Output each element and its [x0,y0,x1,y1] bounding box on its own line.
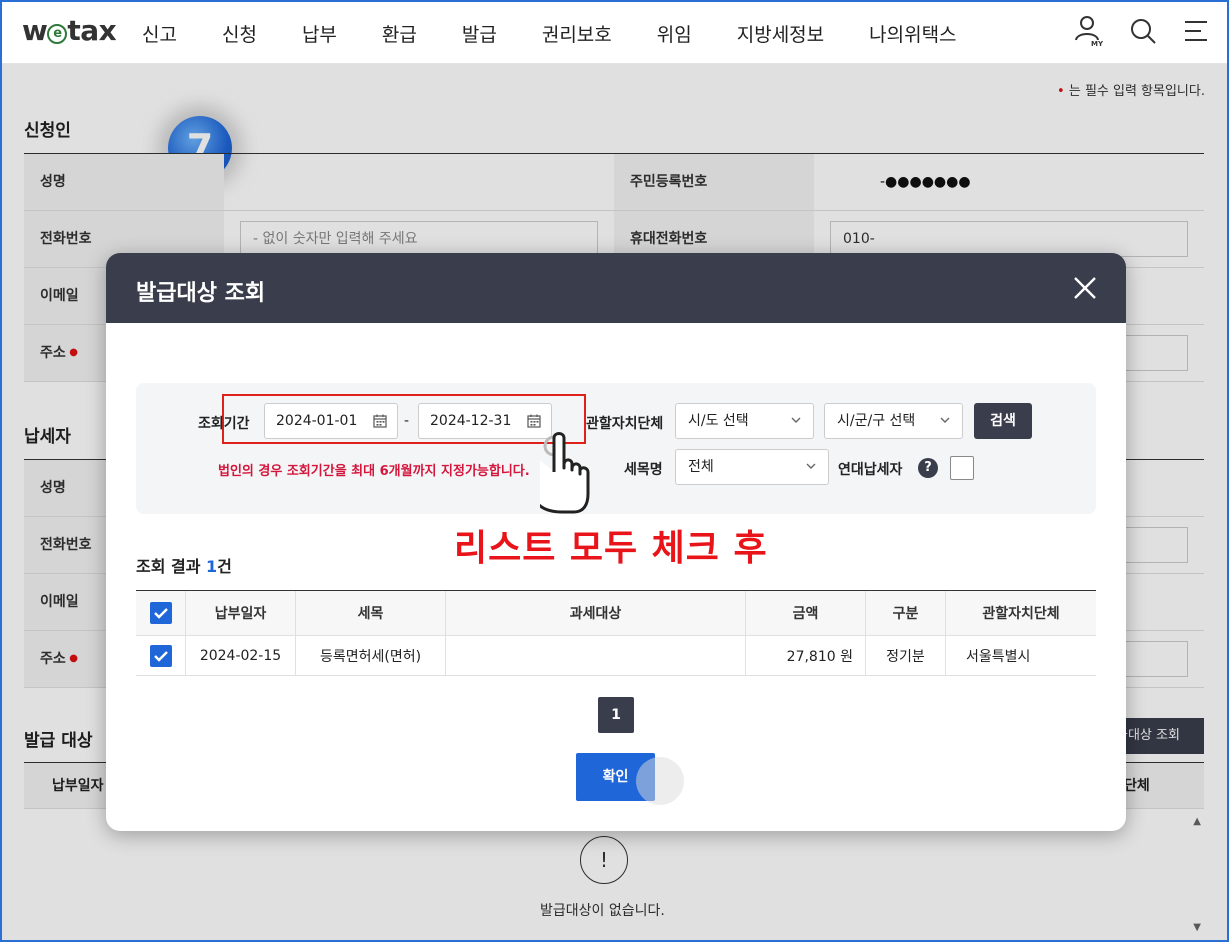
menu-item-my-wetax[interactable]: 나의위택스 [869,20,956,47]
logo-text-w: w [22,14,48,47]
tax-item-select[interactable]: 전체 [675,449,829,485]
date-separator: - [404,413,410,429]
period-warning-text: 법인의 경우 조회기간을 최대 6개월까지 지정가능합니다. [218,464,530,479]
menu-item-report[interactable]: 신고 [142,20,177,47]
chevron-down-icon [791,417,801,423]
col-header-date: 납부일자 [186,591,296,635]
sigungu-select[interactable]: 시/군/구 선택 [824,403,963,439]
chevron-down-icon [940,417,950,423]
select-all-cell [136,591,186,635]
sido-select[interactable]: 시/도 선택 [675,403,814,439]
row-checkbox[interactable] [149,644,172,667]
row-type: 정기분 [866,636,946,675]
joint-taxpayer-checkbox[interactable] [950,456,974,480]
col-header-amount: 금액 [746,591,866,635]
row-amount: 27,810 원 [746,636,866,675]
search-button[interactable]: 검색 [974,403,1032,439]
check-icon [153,608,168,619]
hamburger-menu-icon[interactable] [1181,14,1213,48]
menu-item-delegate[interactable]: 위임 [657,20,692,47]
calendar-icon[interactable] [373,414,387,428]
date-to-input[interactable]: 2024-12-31 [418,403,552,439]
nav-icons: MY [1073,14,1213,48]
row-tax: 등록면허세(면허) [296,636,446,675]
tax-item-select-value: 전체 [688,459,714,475]
result-count-title: 조회 결과 1건 [136,553,232,577]
row-local-gov: 서울특별시 [966,648,1031,665]
browser-frame: w e tax 신고 신청 납부 환급 발급 권리보호 위임 지방세정보 나의위택스… [0,0,1229,942]
logo-text-tax: tax [67,14,117,47]
table-row[interactable]: 2024-02-15 등록면허세(면허) 27,810 원 정기분 서울특별시 [136,636,1096,676]
sido-select-value: 시/도 선택 [688,413,749,429]
date-from-input[interactable]: 2024-01-01 [264,403,398,439]
close-icon[interactable] [1072,275,1098,301]
select-all-checkbox[interactable] [149,602,172,624]
annotation-text: 리스트 모두 체크 후 [454,528,768,569]
issue-target-modal: 발급대상 조회 조회기간 2024-01-01 - 2024-12-31 관할자… [106,253,1126,831]
check-icon [153,650,168,662]
menu-item-apply[interactable]: 신청 [222,20,257,47]
help-icon[interactable]: ? [918,458,938,478]
menu-item-refund[interactable]: 환급 [382,20,417,47]
top-navigation: w e tax 신고 신청 납부 환급 발급 권리보호 위임 지방세정보 나의위택스… [2,2,1227,64]
joint-taxpayer-label: 연대납세자 [838,462,903,478]
col-header-target: 과세대상 [446,591,746,635]
main-menu: 신고 신청 납부 환급 발급 권리보호 위임 지방세정보 나의위택스 [142,20,957,47]
period-label: 조회기간 [198,416,250,432]
col-header-tax: 세목 [296,591,446,635]
table-header-row: 납부일자 세목 과세대상 금액 구분 관할자치단체 [136,590,1096,636]
row-target [446,636,746,675]
my-label: MY [1091,40,1104,48]
row-select-cell [136,636,186,675]
pagination-page-1[interactable]: 1 [598,697,634,733]
date-to-value: 2024-12-31 [430,413,512,429]
col-header-type: 구분 [866,591,946,635]
date-from-value: 2024-01-01 [276,413,358,429]
wetax-logo[interactable]: w e tax [22,14,117,47]
calendar-icon[interactable] [527,414,541,428]
pointing-hand-icon [540,432,590,514]
result-suffix: 건 [217,557,232,576]
result-count: 1 [206,557,218,576]
search-filter-panel: 조회기간 2024-01-01 - 2024-12-31 관할자치단체 시/도 … [136,383,1096,514]
my-user-icon[interactable]: MY [1073,14,1105,48]
modal-title: 발급대상 조회 [136,281,266,306]
result-prefix: 조회 결과 [136,557,207,576]
menu-item-issue[interactable]: 발급 [462,20,497,47]
row-date: 2024-02-15 [186,636,296,675]
chevron-down-icon [806,463,816,469]
menu-item-pay[interactable]: 납부 [302,20,337,47]
col-header-local-gov: 관할자치단체 [982,606,1060,622]
modal-header: 발급대상 조회 [106,253,1126,323]
click-ripple-indicator [636,757,684,805]
logo-e-mark: e [47,24,68,44]
menu-item-rights[interactable]: 권리보호 [542,20,612,47]
menu-item-local-tax-info[interactable]: 지방세정보 [737,20,824,47]
sigungu-select-value: 시/군/구 선택 [837,413,916,429]
search-icon[interactable] [1127,14,1159,48]
tax-item-label: 세목명 [624,462,663,478]
